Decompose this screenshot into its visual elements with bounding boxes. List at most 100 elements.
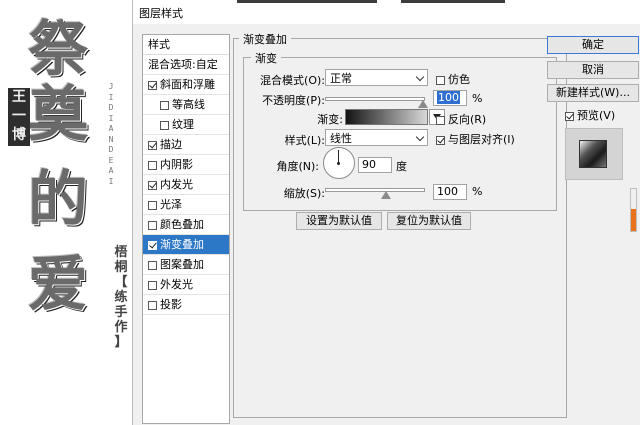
style-list-item[interactable]: 等高线 (143, 95, 229, 115)
style-list-item-label: 颜色叠加 (160, 218, 204, 231)
style-list-item[interactable]: 渐变叠加 (143, 235, 229, 255)
scale-slider[interactable] (325, 188, 425, 192)
checkbox-icon[interactable] (148, 80, 157, 90)
reverse-label: 反向(R) (448, 113, 487, 126)
dither-checkbox[interactable]: 仿色 (436, 71, 470, 87)
checkbox-icon[interactable] (148, 240, 157, 250)
blend-mode-label: 混合模式(O): (260, 74, 325, 87)
titlebar-strip (401, 0, 505, 3)
author-char: 手 (114, 305, 128, 320)
background-artwork: 祭 奠 的 爱 王 一 博 JIDIANDEAI 梧 桐 【 练 手 作 】 (0, 0, 132, 425)
author-char: 桐 (114, 260, 128, 275)
blend-mode-select[interactable]: 正常 (325, 69, 428, 86)
new-style-button[interactable]: 新建样式(W)... (547, 84, 639, 102)
style-list-item[interactable]: 内发光 (143, 175, 229, 195)
style-list-item-label: 投影 (160, 298, 182, 311)
opacity-unit: % (472, 92, 483, 105)
checkbox-icon[interactable] (160, 100, 169, 110)
angle-value: 90 (362, 158, 376, 171)
dialog-titlebar[interactable]: 图层样式 (133, 0, 640, 24)
scale-value: 100 (437, 185, 458, 198)
style-list-item[interactable]: 描边 (143, 135, 229, 155)
checkbox-icon[interactable] (148, 260, 157, 270)
style-list-header[interactable]: 样式 (143, 35, 229, 55)
author-char: 作 (114, 320, 128, 335)
scale-label: 缩放(S): (283, 187, 325, 200)
artwork-pinyin: JIDIANDEAI (108, 82, 114, 186)
reset-default-button[interactable]: 复位为默认值 (387, 212, 471, 230)
preview-checkbox[interactable]: 预览(V) (565, 107, 615, 123)
author-char: 【 (114, 275, 128, 290)
angle-center (337, 162, 340, 165)
opacity-slider-thumb[interactable] (418, 100, 428, 108)
style-list-item[interactable]: 投影 (143, 295, 229, 315)
ok-button[interactable]: 确定 (547, 36, 639, 54)
artwork-seal: 王 一 博 (8, 88, 30, 146)
titlebar-strip (237, 0, 377, 3)
author-char: 练 (114, 290, 128, 305)
style-preview-thumbnail (565, 128, 623, 180)
author-char: 】 (114, 335, 128, 350)
chevron-down-icon (415, 72, 425, 82)
style-list-item[interactable]: 斜面和浮雕 (143, 75, 229, 95)
reverse-checkbox[interactable]: 反向(R) (436, 111, 486, 127)
style-list-item[interactable]: 混合选项:自定 (143, 55, 229, 75)
style-list-item-label: 描边 (160, 138, 182, 151)
scale-unit: % (472, 185, 483, 198)
make-default-button[interactable]: 设置为默认值 (296, 212, 382, 230)
checkbox-icon[interactable] (148, 280, 157, 290)
style-list-item[interactable]: 外发光 (143, 275, 229, 295)
style-list: 样式 混合选项:自定斜面和浮雕等高线纹理描边内阴影内发光光泽颜色叠加渐变叠加图案… (142, 34, 230, 424)
align-with-layer-checkbox[interactable]: 与图层对齐(I) (436, 131, 515, 147)
checkbox-icon[interactable] (148, 300, 157, 310)
style-list-item-label: 外发光 (160, 278, 193, 291)
scale-slider-thumb[interactable] (380, 191, 391, 199)
artwork-author: 梧 桐 【 练 手 作 】 (113, 245, 129, 350)
checkbox-icon[interactable] (160, 120, 169, 130)
style-list-item[interactable]: 内阴影 (143, 155, 229, 175)
style-list-item-label: 渐变叠加 (160, 238, 204, 251)
seal-char: 王 (12, 89, 26, 105)
style-list-item-label: 内阴影 (160, 158, 193, 171)
gradient-style-select[interactable]: 线性 (325, 129, 428, 146)
checkbox-icon[interactable] (148, 200, 157, 210)
style-list-item-label: 混合选项:自定 (148, 58, 218, 71)
blend-mode-value: 正常 (330, 72, 352, 85)
artwork-title-char: 奠 (28, 80, 88, 150)
checkbox-icon[interactable] (148, 180, 157, 190)
angle-input[interactable]: 90 (358, 157, 392, 173)
style-list-item[interactable]: 图案叠加 (143, 255, 229, 275)
layer-style-dialog: 图层样式 样式 混合选项:自定 斜面和浮雕 等高线 纹理 描边 内阴影 内发光 光泽 颜色叠加渐… (132, 0, 640, 425)
angle-dial[interactable] (323, 147, 355, 179)
opacity-value: 100 (437, 91, 460, 104)
scroll-indicator (630, 188, 637, 232)
style-list-item-label: 图案叠加 (160, 258, 204, 271)
gradient-picker[interactable] (345, 109, 428, 125)
style-list-item[interactable]: 纹理 (143, 115, 229, 135)
opacity-slider[interactable] (325, 97, 425, 101)
checkbox-icon[interactable] (148, 220, 157, 230)
dither-label: 仿色 (448, 73, 470, 86)
style-list-item-label: 等高线 (172, 98, 205, 111)
gradient-label: 渐变: (317, 113, 343, 126)
gradient-style-value: 线性 (330, 132, 352, 145)
opacity-label: 不透明度(P): (262, 94, 325, 107)
style-list-item[interactable]: 颜色叠加 (143, 215, 229, 235)
seal-char: 博 (12, 127, 26, 143)
checkbox-icon[interactable] (148, 140, 157, 150)
scale-input[interactable]: 100 (433, 184, 467, 200)
cancel-button[interactable]: 取消 (547, 61, 639, 79)
align-with-layer-label: 与图层对齐(I) (448, 133, 515, 146)
style-list-item-label: 内发光 (160, 178, 193, 191)
artwork-title-char: 的 (28, 165, 88, 235)
chevron-down-icon (415, 132, 425, 142)
angle-label: 角度(N): (276, 160, 319, 173)
style-list-item[interactable]: 光泽 (143, 195, 229, 215)
checkbox-icon (436, 115, 445, 125)
checkbox-icon (565, 111, 574, 121)
group-title: 渐变叠加 (239, 31, 291, 47)
artwork-title-char: 爱 (28, 250, 88, 320)
opacity-input[interactable]: 100 (433, 90, 467, 106)
checkbox-icon[interactable] (148, 160, 157, 170)
subgroup-title: 渐变 (251, 50, 281, 66)
